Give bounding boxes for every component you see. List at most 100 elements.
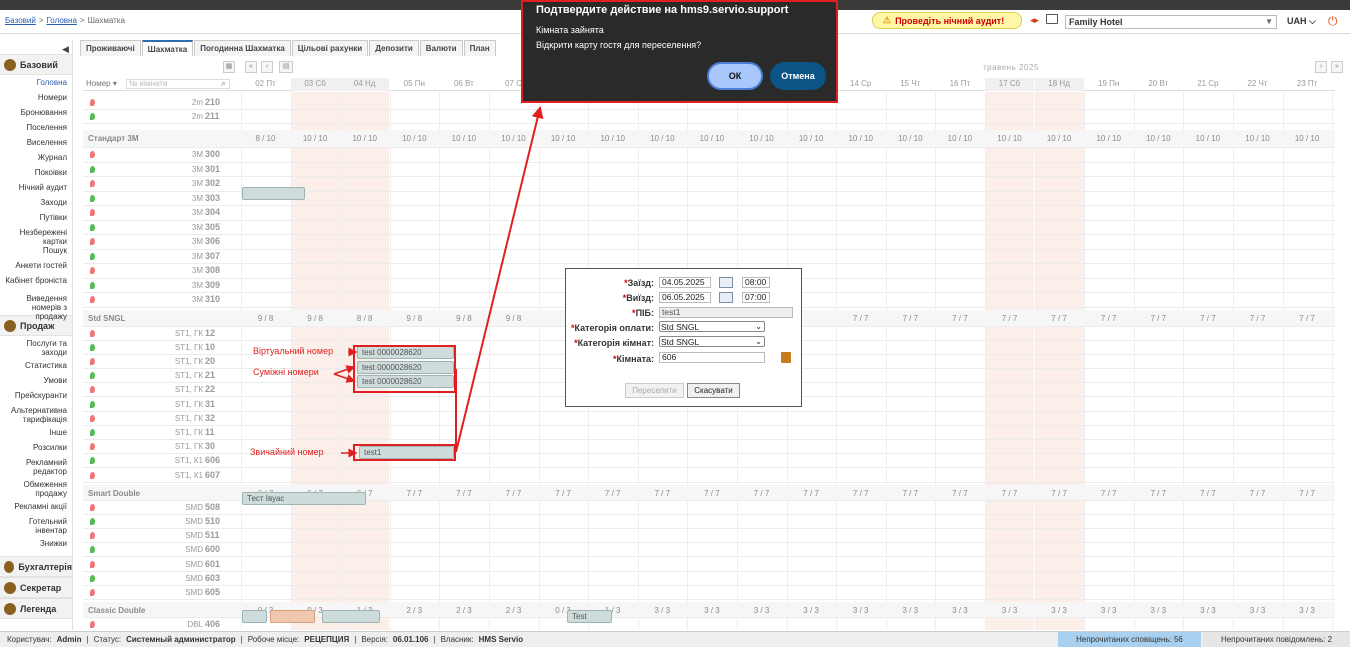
room-number-label[interactable]: Номер ▾ xyxy=(86,79,117,88)
room-label: ST1, ГК 11 xyxy=(83,426,241,439)
room-row[interactable]: 3M 307 xyxy=(83,250,1335,264)
sidebar-item[interactable]: Номери xyxy=(0,93,72,108)
sidebar-item[interactable]: Виселення xyxy=(0,138,72,153)
cancel-button[interactable]: Отмена xyxy=(770,62,826,90)
sidebar-section-legend[interactable]: Легенда xyxy=(0,598,72,619)
sidebar-section-secretary[interactable]: Секретар xyxy=(0,577,72,598)
room-row[interactable]: 3M 306 xyxy=(83,235,1335,250)
sidebar-item[interactable]: Обмеження продажу xyxy=(0,480,72,502)
room-row[interactable]: SMD 511 xyxy=(83,529,1335,544)
next-button[interactable]: › xyxy=(1315,61,1327,73)
monitor-icon[interactable] xyxy=(1046,14,1058,24)
grid-toggle-icon[interactable]: ▦ xyxy=(223,61,235,73)
room-row[interactable]: SMD 603 xyxy=(83,572,1335,586)
tab[interactable]: План xyxy=(463,40,496,56)
sidebar-item[interactable]: Послуги та заходи xyxy=(0,339,72,361)
room-row[interactable]: 3M 304 xyxy=(83,206,1335,221)
collapse-arrow-icon[interactable]: ◀ xyxy=(62,44,69,55)
booking-bar[interactable] xyxy=(322,610,380,623)
room-row[interactable]: 3M 305 xyxy=(83,221,1335,235)
breadcrumb-home[interactable]: Головна xyxy=(47,16,77,25)
room-row[interactable]: ST1, К1 607 xyxy=(83,469,1335,483)
unread-messages[interactable]: Непрочитаних повідомлень: 2 xyxy=(1203,632,1350,647)
swap-arrows-icon[interactable]: ◂▸ xyxy=(1030,15,1039,26)
sidebar-item[interactable]: Прейскуранти xyxy=(0,391,72,406)
door-icon[interactable] xyxy=(781,352,791,363)
sidebar-section-accounting[interactable]: Бухгалтерія xyxy=(0,556,72,577)
sidebar-item[interactable]: Нічний аудит xyxy=(0,183,72,198)
hotel-select[interactable]: Family Hotel ▼ xyxy=(1065,15,1277,29)
sidebar-item[interactable]: Рекламні акції xyxy=(0,502,72,517)
checkout-date-field[interactable]: 06.05.2025 xyxy=(659,292,711,303)
room-row[interactable]: SMD 605 xyxy=(83,586,1335,601)
sidebar-item[interactable]: Анкети гостей xyxy=(0,261,72,276)
currency-select[interactable]: UAH ⌵ xyxy=(1287,16,1316,27)
booking-bar[interactable] xyxy=(270,610,315,623)
sidebar-item[interactable]: Знижки xyxy=(0,539,72,554)
sidebar-item[interactable]: Покоівки xyxy=(0,168,72,183)
sidebar-item[interactable]: Поселення xyxy=(0,123,72,138)
move-button[interactable]: Переселити xyxy=(625,383,684,398)
sidebar-item[interactable]: Інше xyxy=(0,428,72,443)
sidebar-section-base[interactable]: Базовий xyxy=(0,54,72,75)
unread-notifications[interactable]: Непрочитаних сповіщень: 56 xyxy=(1058,632,1201,647)
tab[interactable]: Депозити xyxy=(369,40,419,56)
room-group-row[interactable]: Стандарт 3М 8 / 10 10 / 10 10 / 10 10 / 10 10… xyxy=(83,130,1335,148)
sidebar-item[interactable]: Путівки xyxy=(0,213,72,228)
room-row[interactable]: SMD 601 xyxy=(83,558,1335,572)
room-row[interactable]: 3M 301 xyxy=(83,163,1335,177)
tab[interactable]: Погодинна Шахматка xyxy=(194,40,291,56)
room-category-select[interactable]: Std SNGL ⌄ xyxy=(659,336,765,347)
tab[interactable]: Шахматка xyxy=(141,40,194,56)
sidebar-item[interactable]: Виведення номерів з продажу xyxy=(0,294,72,321)
sidebar-item[interactable]: Заходи xyxy=(0,198,72,213)
sidebar-item[interactable]: Готельний інвентар xyxy=(0,517,72,539)
room-row[interactable]: 2m 211 xyxy=(83,110,1335,124)
checkin-date-field[interactable]: 04.05.2025 xyxy=(659,277,711,288)
room-row[interactable]: SMD 600 xyxy=(83,543,1335,558)
prev-button[interactable]: ‹ xyxy=(261,61,273,73)
occupancy-cell: 3 / 3 xyxy=(852,606,869,616)
cancel-move-button[interactable]: Скасувати xyxy=(687,383,740,398)
next-month-button[interactable]: » xyxy=(1331,61,1343,73)
room-row[interactable]: ST1, ГК 32 xyxy=(83,412,1335,426)
tab[interactable]: Проживаючі xyxy=(80,40,141,56)
room-number-input[interactable]: № кімнати xyxy=(126,79,230,89)
booking-bar[interactable] xyxy=(242,610,267,623)
sidebar-item[interactable]: Рекламний редактор xyxy=(0,458,72,480)
booking-bar[interactable] xyxy=(242,187,305,200)
prev-month-button[interactable]: « xyxy=(245,61,257,73)
sidebar-item[interactable]: Статистика xyxy=(0,361,72,376)
sidebar-item[interactable]: Розсилки xyxy=(0,443,72,458)
occupancy-cell: 9 / 8 xyxy=(307,313,323,323)
sidebar-item[interactable]: Пошук xyxy=(0,246,72,261)
sidebar-item[interactable]: Журнал xyxy=(0,153,72,168)
calendar-icon[interactable] xyxy=(719,277,733,288)
sidebar-item[interactable]: Головна xyxy=(0,78,72,93)
room-row[interactable]: ST1, ГК 11 xyxy=(83,426,1335,441)
room-row[interactable]: 3M 300 xyxy=(83,148,1335,163)
tab[interactable]: Цільові рахунки xyxy=(291,40,369,56)
power-icon[interactable]: ⏻ xyxy=(1328,14,1338,29)
pay-category-select[interactable]: Std SNGL ⌄ xyxy=(659,321,765,332)
calendar-icon[interactable] xyxy=(719,292,733,303)
night-audit-button[interactable]: ⚠ Проведіть нічний аудит! xyxy=(872,12,1022,29)
room-type: SMD xyxy=(185,531,203,541)
sidebar-item[interactable]: Умови xyxy=(0,376,72,391)
sidebar-item[interactable]: Бронювання xyxy=(0,108,72,123)
calendar-icon[interactable]: ▤ xyxy=(279,61,293,73)
booking-bar[interactable]: Тест Івуас xyxy=(242,492,366,505)
sidebar-item[interactable]: Незбережені картки xyxy=(0,228,72,246)
ok-button[interactable]: ОК xyxy=(707,62,763,90)
room-type: 2m xyxy=(191,112,203,121)
sidebar-item[interactable]: Альтернативна тарифікація xyxy=(0,406,72,428)
room-field[interactable]: 606 xyxy=(659,352,765,363)
checkout-time-field[interactable]: 07:00 xyxy=(742,292,770,303)
room-row[interactable]: SMD 510 xyxy=(83,515,1335,530)
tab[interactable]: Валюти xyxy=(419,40,463,56)
sidebar-item[interactable]: Кабінет броніста xyxy=(0,276,72,294)
breadcrumb-base[interactable]: Базовий xyxy=(5,16,36,25)
checkin-time-field[interactable]: 08:00 xyxy=(742,277,770,288)
search-icon[interactable]: ⌕ xyxy=(221,78,226,89)
booking-bar[interactable]: Test xyxy=(567,610,612,623)
